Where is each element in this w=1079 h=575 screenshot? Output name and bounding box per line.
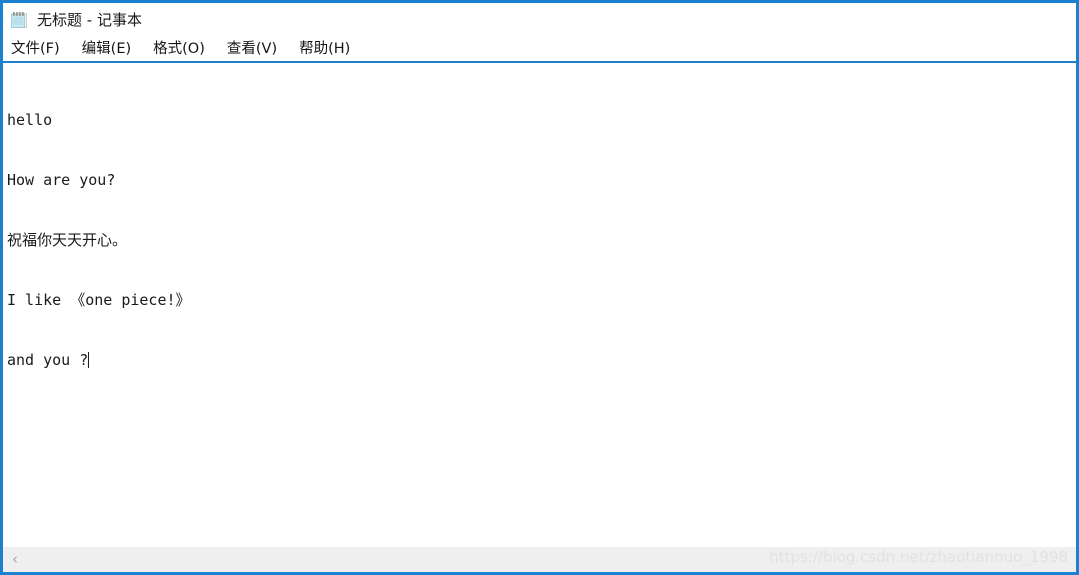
scrollbar-track[interactable] — [27, 547, 1076, 572]
menu-bar: 文件(F) 编辑(E) 格式(O) 查看(V) 帮助(H) — [3, 36, 1076, 63]
text-line: hello — [7, 111, 53, 129]
text-line: How are you? — [7, 171, 116, 189]
scroll-left-arrow-icon[interactable]: ‹ — [3, 547, 27, 572]
text-caret — [88, 352, 90, 368]
menu-item-edit[interactable]: 编辑(E) — [82, 39, 131, 59]
text-content[interactable]: hello How are you? 祝福你天天开心。 I like 《one … — [3, 65, 1076, 410]
text-line-with-caret: and you ? — [7, 350, 1076, 370]
menu-item-file[interactable]: 文件(F) — [11, 39, 60, 59]
title-bar: 无标题 - 记事本 — [3, 3, 1076, 36]
menu-item-help[interactable]: 帮助(H) — [299, 39, 350, 59]
horizontal-scrollbar[interactable]: ‹ — [3, 547, 1076, 572]
text-line: I like 《one piece!》 — [7, 291, 191, 309]
text-line-last: and you ? — [7, 351, 89, 369]
window-title: 无标题 - 记事本 — [37, 10, 142, 29]
text-editor-area[interactable]: hello How are you? 祝福你天天开心。 I like 《one … — [3, 65, 1076, 545]
notepad-window: 无标题 - 记事本 文件(F) 编辑(E) 格式(O) 查看(V) 帮助(H) … — [0, 0, 1079, 575]
text-line: 祝福你天天开心。 — [7, 231, 128, 249]
menu-item-format[interactable]: 格式(O) — [153, 39, 205, 59]
notepad-icon — [9, 10, 29, 30]
menu-item-view[interactable]: 查看(V) — [227, 39, 277, 59]
